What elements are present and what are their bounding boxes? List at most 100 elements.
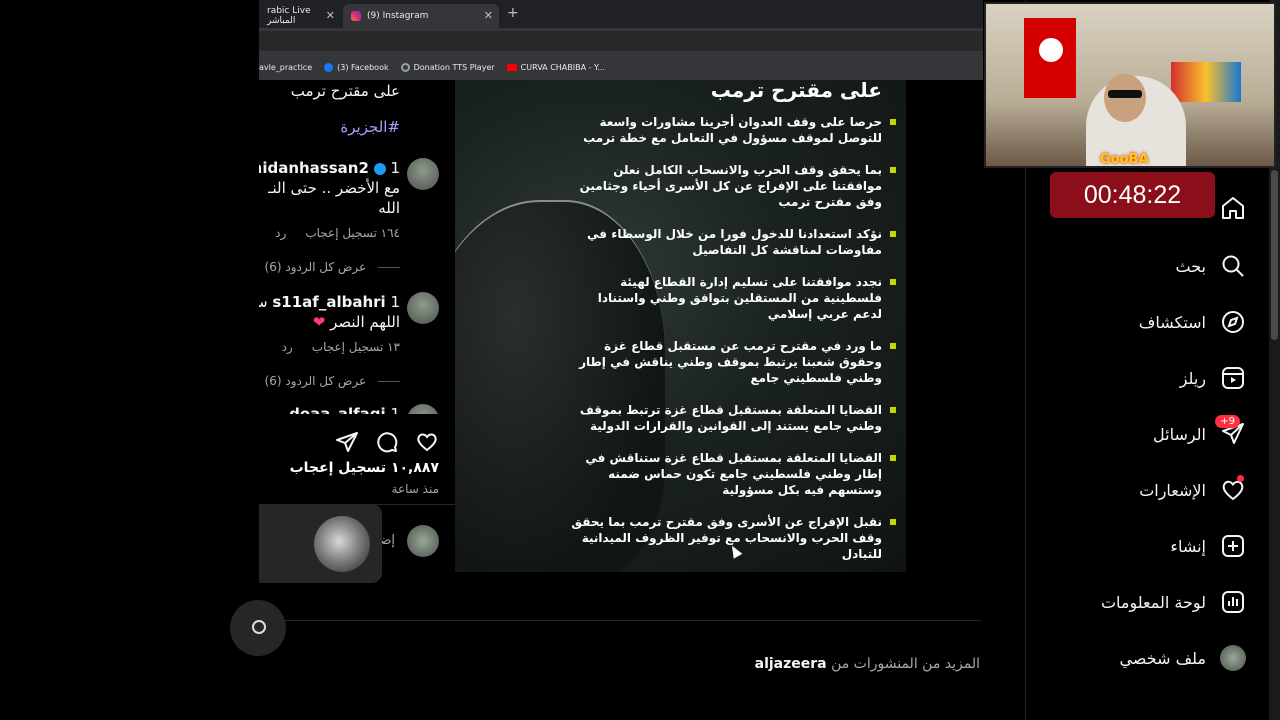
bookmark-label: Donation TTS Player [413,62,495,72]
url-field[interactable] [259,31,983,51]
avatar[interactable] [407,158,439,190]
comment-text-body: اللهم النصر [330,313,400,331]
avatar[interactable] [407,292,439,324]
tab-label: (9) Instagram [367,11,429,21]
messages-icon-wrap: 9+ [1215,415,1246,447]
more-posts-account[interactable]: aljazeera [755,656,827,672]
comments-panel[interactable]: على مقترح ترمب #الجزيرة almidanhassan2 1… [259,80,455,414]
nav-dashboard[interactable]: لوحة المعلومات [1101,586,1246,618]
reply-button[interactable]: رد [275,226,286,240]
close-icon[interactable]: ✕ [326,9,335,22]
comment-likes[interactable]: ١٣ تسجيل إعجاب [312,340,400,354]
heart-emoji: ❤ [312,313,326,331]
bookmark-practice[interactable]: avle_practice [259,63,312,72]
avatar[interactable] [407,404,439,414]
sunglasses [1108,90,1142,98]
comment-meta: ١٣ تسجيل إعجاب رد [282,340,400,354]
comment-header: s11af_albahri 1 س [259,293,400,311]
globe-icon [400,62,410,72]
scrollbar-thumb[interactable] [1271,170,1278,340]
post-image[interactable]: على مقترح ترمب حرصا على وقف العدوان أجري… [455,80,906,572]
bookmark-label: avle_practice [259,62,313,72]
divider [259,620,981,621]
notification-dot [1237,475,1244,482]
nav-messages[interactable]: 9+ الرسائل [1153,415,1246,450]
bullet-item: حرصا على وقف العدوان أجرينا مشاورات واسع… [566,114,896,146]
new-tab-icon[interactable]: + [507,5,519,21]
comment-text: مع الأخضر .. حتى النـ [268,179,400,197]
post-image-title: على مقترح ترمب [710,80,882,102]
bookmark-curva[interactable]: CURVA CHABIBA - Y... [506,62,605,72]
streamer-head [1104,74,1146,122]
profile-photo [314,516,370,572]
comment-age: 1 [390,159,400,177]
nav-label: ريلز [1179,368,1206,388]
bookmark-donation[interactable]: Donation TTS Player [400,62,495,72]
comment-username[interactable]: s11af_albahri [272,293,385,311]
nav-reels[interactable]: ريلز [1180,362,1246,394]
nav-label: الإشعارات [1139,480,1206,500]
browser-tab-arabic-live[interactable]: rabic Live المباشر ✕ [259,4,341,28]
nav-label: الرسائل [1153,424,1206,444]
bullet-item: القضايا المتعلقة بمستقبل قطاع غزة ترتبط … [566,402,896,434]
home-icon [1222,197,1244,219]
post-time: منذ ساعة [391,482,439,496]
comment-age: 1 [390,405,400,414]
hashtag-link[interactable]: #الجزيرة [340,118,400,136]
bookmark-label: CURVA CHABIBA - Y... [520,62,605,72]
view-replies-label: عرض كل الردود (6) [264,374,367,388]
browser-tab-bar: rabic Live المباشر ✕ (9) Instagram ✕ + [259,0,983,28]
instagram-icon [351,11,361,21]
dashboard-icon [1222,591,1244,613]
comment-username[interactable]: doaa_alfaqi [289,405,386,414]
address-bar [259,28,983,54]
more-posts-label: المزيد من المنشورات من [831,656,980,672]
comment-text: اللهم النصر ❤ [313,313,400,331]
like-heart-icon[interactable] [415,430,439,454]
reply-button[interactable]: رد [282,340,293,354]
caption-tail: على مقترح ترمب [290,82,400,100]
floating-profile-card[interactable] [259,504,382,583]
nav-search[interactable]: بحث [1176,250,1247,282]
share-icon[interactable] [335,430,359,454]
like-count[interactable]: ١٠,٨٨٧ تسجيل إعجاب [290,460,439,476]
post-image-bullets: حرصا على وقف العدوان أجرينا مشاورات واسع… [566,114,896,572]
search-icon [1222,255,1244,277]
heart-icon-wrap [1220,475,1246,503]
view-replies-button[interactable]: عرض كل الردود (6) [265,260,400,274]
bookmark-facebook[interactable]: (3) Facebook [324,62,389,72]
comment-likes[interactable]: ١٦٤ تسجيل إعجاب [305,226,400,240]
comment-meta: ١٦٤ تسجيل إعجاب رد [275,226,400,240]
create-icon [1222,535,1244,557]
view-replies-button[interactable]: عرض كل الردود (6) [265,374,400,388]
nav-label: ملف شخصي [1119,648,1206,668]
bullet-item: بما يحقق وقف الحرب والانسحاب الكامل نعلن… [566,162,896,210]
close-icon[interactable]: ✕ [484,9,493,22]
reels-icon [1222,367,1244,389]
comment-header: almidanhassan2 1 [259,159,400,177]
comment-header: doaa_alfaqi 1 [289,405,400,414]
nav-create[interactable]: إنشاء [1170,530,1246,562]
view-replies-label: عرض كل الردود (6) [264,260,367,274]
bullet-item: نؤكد استعدادنا للدخول فورا من خلال الوسط… [566,226,896,258]
bookmark-label: (3) Facebook [337,62,389,72]
verified-icon [373,162,386,175]
message-bubble-icon [252,620,266,634]
more-posts-heading: المزيد من المنشورات من aljazeera [755,656,980,672]
comment-text: الله [378,199,400,217]
compass-icon [1222,311,1244,333]
profile-avatar [1220,645,1246,671]
post-actions: ١٠,٨٨٧ تسجيل إعجاب منذ ساعة [259,414,455,504]
nav-explore[interactable]: استكشاف [1139,306,1246,338]
nav-profile[interactable]: ملف شخصي [1120,642,1246,674]
webcam-overlay: GooBA [984,2,1276,168]
bookmarks-bar: avle_practice (3) Facebook Donation TTS … [259,54,983,80]
avatar [407,525,439,557]
nav-notifications[interactable]: الإشعارات [1139,474,1246,506]
comment-icon[interactable] [375,430,399,454]
comment-username[interactable]: almidanhassan2 [259,159,369,177]
browser-tab-instagram[interactable]: (9) Instagram ✕ [343,4,499,28]
notification-badge: 9+ [1215,415,1240,428]
nav-label: إنشاء [1170,536,1206,556]
nav-label: لوحة المعلومات [1100,592,1206,612]
